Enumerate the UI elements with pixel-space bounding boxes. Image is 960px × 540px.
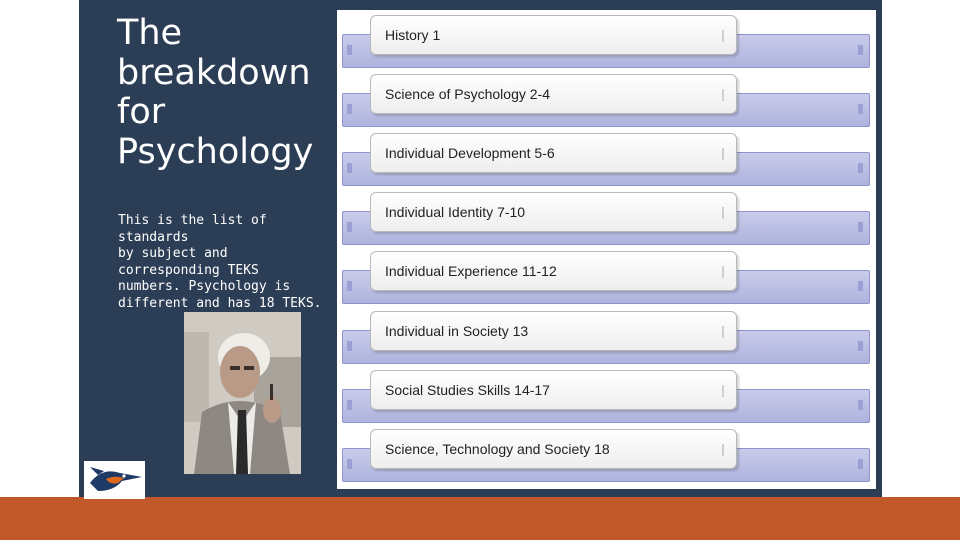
band-marker: [347, 459, 352, 469]
card-marker: [722, 207, 724, 219]
list-item: Science of Psychology 2-4: [337, 69, 876, 127]
standard-card: History 1: [370, 15, 737, 55]
band-marker: [858, 400, 863, 410]
standard-card: Individual Experience 11-12: [370, 251, 737, 291]
band-marker: [347, 45, 352, 55]
standard-label: Science, Technology and Society 18: [385, 441, 610, 457]
standard-label: Science of Psychology 2-4: [385, 86, 550, 102]
card-marker: [722, 148, 724, 160]
standard-card: Individual Identity 7-10: [370, 192, 737, 232]
card-marker: [722, 89, 724, 101]
list-item: History 1: [337, 10, 876, 68]
card-marker: [722, 444, 724, 456]
portrait-photo-drawing: [184, 312, 301, 474]
standard-label: Social Studies Skills 14-17: [385, 382, 550, 398]
card-marker: [722, 266, 724, 278]
standards-list: History 1 Science of Psychology 2-4 Indi…: [337, 10, 876, 489]
list-item: Individual Experience 11-12: [337, 246, 876, 304]
card-marker: [722, 30, 724, 42]
standard-card: Science, Technology and Society 18: [370, 429, 737, 469]
title-line: The: [117, 13, 183, 53]
list-item: Social Studies Skills 14-17: [337, 365, 876, 423]
standard-card: Individual Development 5-6: [370, 133, 737, 173]
roadrunner-logo: [84, 461, 145, 499]
standard-card: Social Studies Skills 14-17: [370, 370, 737, 410]
slide-title: The breakdown for Psychology: [117, 13, 327, 172]
standard-card: Individual in Society 13: [370, 311, 737, 351]
portrait-photo: [184, 312, 301, 474]
standard-label: History 1: [385, 27, 441, 43]
band-marker: [347, 163, 352, 173]
band-marker: [347, 104, 352, 114]
card-marker: [722, 326, 724, 338]
footer-bar: [0, 500, 960, 540]
roadrunner-logo-drawing: [90, 467, 142, 491]
band-marker: [858, 104, 863, 114]
title-line: for: [117, 92, 166, 132]
title-line: breakdown: [117, 52, 311, 93]
standard-card: Science of Psychology 2-4: [370, 74, 737, 114]
standard-label: Individual Experience 11-12: [385, 263, 557, 279]
standard-label: Individual Identity 7-10: [385, 204, 526, 220]
list-item: Science, Technology and Society 18: [337, 424, 876, 482]
list-item: Individual in Society 13: [337, 306, 876, 364]
band-marker: [347, 281, 352, 291]
band-marker: [858, 163, 863, 173]
band-marker: [858, 459, 863, 469]
title-line: Psychology: [117, 131, 314, 172]
band-marker: [858, 45, 863, 55]
band-marker: [347, 341, 352, 351]
card-marker: [722, 385, 724, 397]
slide-description: This is the list of standards by subject…: [118, 213, 322, 311]
band-marker: [347, 222, 352, 232]
band-marker: [858, 281, 863, 291]
band-marker: [858, 222, 863, 232]
standard-label: Individual Development 5-6: [385, 145, 555, 161]
band-marker: [858, 341, 863, 351]
band-marker: [347, 400, 352, 410]
list-item: Individual Identity 7-10: [337, 187, 876, 245]
standard-label: Individual in Society 13: [385, 323, 529, 339]
list-item: Individual Development 5-6: [337, 128, 876, 186]
